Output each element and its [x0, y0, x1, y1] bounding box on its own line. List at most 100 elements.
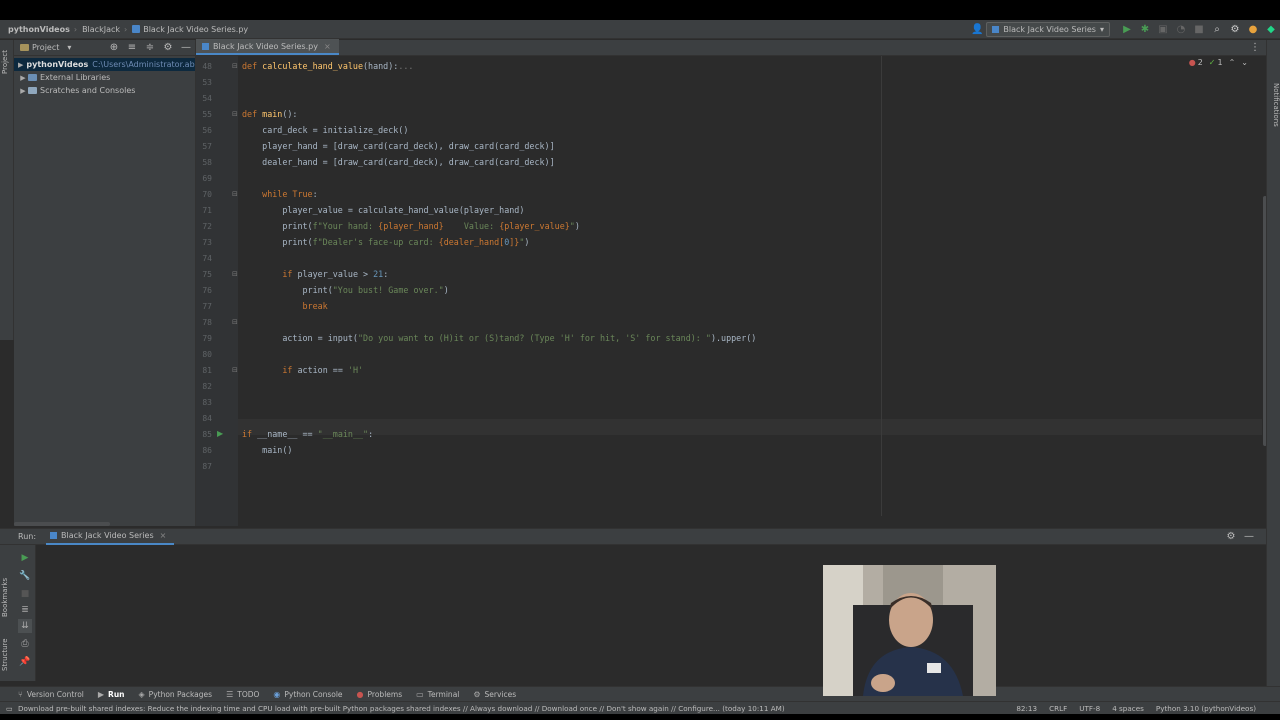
file-encoding[interactable]: UTF-8	[1079, 704, 1100, 713]
todo-icon: ☰	[226, 689, 234, 699]
tool-tab-terminal[interactable]: ▭ Terminal	[416, 690, 459, 699]
code-token: )	[574, 221, 580, 231]
stop-icon[interactable]: ■	[1192, 22, 1206, 36]
code-token: print(	[242, 237, 313, 247]
debug-icon[interactable]: ✱	[1138, 22, 1152, 36]
line-number: 83	[202, 398, 212, 407]
code-line[interactable]: while True:	[242, 186, 317, 202]
tool-tab-services[interactable]: ⚙ Services	[473, 690, 516, 699]
code-line[interactable]: print("You bust! Game over.")	[242, 282, 449, 298]
tree-item-pythonvideos[interactable]: ▶ pythonVideos C:\Users\Administrator.ab…	[14, 58, 195, 71]
code-line[interactable]: def main():	[242, 106, 297, 122]
tree-item-scratches[interactable]: ▶ Scratches and Consoles	[14, 84, 195, 97]
run-config-label: Black Jack Video Series	[1003, 24, 1096, 34]
structure-tool-tab[interactable]: Structure	[1, 635, 13, 675]
interpreter-selector[interactable]: Python 3.10 (pythonVideos)	[1156, 704, 1256, 713]
run-icon[interactable]: ▶	[1120, 22, 1134, 36]
tool-tab-label: Problems	[367, 689, 403, 699]
code-line[interactable]: print(f"Dealer's face-up card: {dealer_h…	[242, 234, 529, 250]
status-message[interactable]: Download pre-built shared indexes: Reduc…	[0, 704, 820, 713]
code-line[interactable]: action = input("Do you want to (H)it or …	[242, 330, 756, 346]
tool-tab-todo[interactable]: ☰ TODO	[226, 690, 259, 699]
code-line[interactable]: print(f"Your hand: {player_hand} Value: …	[242, 218, 580, 234]
line-number: 81	[202, 366, 212, 375]
caret-position[interactable]: 82:13	[1016, 704, 1037, 713]
code-editor[interactable]: ● 2 ✓ 1 ⌃ ⌄ def calculate_hand_value(han…	[238, 56, 1262, 526]
code-token: if	[282, 269, 298, 279]
chevron-right-icon[interactable]: ▶	[18, 87, 28, 95]
tool-tab-python-packages[interactable]: ◈ Python Packages	[139, 690, 213, 699]
code-line[interactable]: player_hand = [draw_card(card_deck), dra…	[242, 138, 554, 154]
coverage-icon[interactable]: ▣	[1156, 22, 1170, 36]
chevron-down-icon[interactable]: ⌄	[1241, 58, 1248, 67]
indent-setting[interactable]: 4 spaces	[1112, 704, 1144, 713]
notifications-tool-tab[interactable]: Notifications	[1268, 80, 1280, 130]
code-line[interactable]: break	[242, 298, 328, 314]
more-tabs-icon[interactable]: ⋮	[1248, 41, 1262, 55]
tool-tab-run[interactable]: ▶ Run	[98, 690, 125, 699]
rerun-icon[interactable]: ▶	[18, 551, 32, 565]
fold-marker-icon[interactable]: ⊟	[232, 366, 238, 374]
code-line[interactable]: if action == 'H'	[242, 362, 363, 378]
breadcrumb-folder[interactable]: BlackJack	[82, 25, 120, 34]
bookmarks-tool-tab[interactable]: Bookmarks	[1, 575, 13, 619]
code-line[interactable]: dealer_hand = [draw_card(card_deck), dra…	[242, 154, 554, 170]
updates-icon[interactable]: ●	[1246, 22, 1260, 36]
fold-marker-icon[interactable]: ⊟	[232, 318, 238, 326]
project-tool-tab[interactable]: Project	[1, 44, 13, 80]
wrench-icon[interactable]: 🔧	[18, 569, 32, 583]
locate-icon[interactable]: ⊕	[107, 41, 121, 55]
scroll-to-end-icon[interactable]: ⇊	[18, 619, 32, 633]
tree-item-external-libraries[interactable]: ▶ External Libraries	[14, 71, 195, 84]
code-line[interactable]: if __name__ == "__main__":	[242, 426, 373, 442]
gear-icon[interactable]: ⚙	[1224, 530, 1238, 544]
profile-icon[interactable]: ◔	[1174, 22, 1188, 36]
hide-icon[interactable]: —	[179, 41, 193, 55]
status-bar: ▭ Download pre-built shared indexes: Red…	[0, 701, 1280, 714]
expand-all-icon[interactable]: ≡	[125, 41, 139, 55]
chevron-right-icon[interactable]: ▶	[18, 61, 23, 69]
breadcrumb-file[interactable]: Black Jack Video Series.py	[143, 25, 248, 34]
tab-black-jack-video-series[interactable]: Black Jack Video Series.py ×	[196, 39, 339, 55]
tool-tab-version-control[interactable]: ⑂ Version Control	[18, 690, 84, 699]
chevron-right-icon[interactable]: ▶	[18, 74, 28, 82]
horizontal-scrollbar[interactable]	[14, 522, 110, 526]
code-line[interactable]: main()	[242, 442, 292, 458]
logo-icon[interactable]: ◆	[1264, 22, 1278, 36]
code-token: "__main__"	[317, 429, 369, 439]
collapse-all-icon[interactable]: ≑	[143, 41, 157, 55]
fold-marker-icon[interactable]: ⊟	[232, 190, 238, 198]
line-number: 54	[202, 94, 212, 103]
inspection-widget[interactable]: ● 2 ✓ 1 ⌃ ⌄	[1189, 58, 1248, 67]
notification-icon[interactable]: ▭	[6, 704, 13, 713]
breadcrumb-project[interactable]: pythonVideos	[8, 25, 70, 34]
pin-icon[interactable]: 📌	[18, 655, 32, 669]
search-icon[interactable]: ⌕	[1210, 22, 1224, 36]
gear-icon[interactable]: ⚙	[161, 41, 175, 55]
code-line[interactable]: card_deck = initialize_deck()	[242, 122, 408, 138]
stop-icon[interactable]: ■	[18, 587, 32, 601]
close-icon[interactable]: ×	[324, 42, 331, 51]
tool-tab-problems[interactable]: ● Problems	[357, 690, 403, 699]
code-line[interactable]: player_value = calculate_hand_value(play…	[242, 202, 524, 218]
fold-marker-icon[interactable]: ⊟	[232, 110, 238, 118]
run-tab[interactable]: Black Jack Video Series ×	[46, 529, 175, 545]
code-line[interactable]: def calculate_hand_value(hand):...	[242, 58, 413, 74]
code-token: "Do you want to (H)it or (S)tand? (Type …	[357, 333, 711, 343]
line-separator[interactable]: CRLF	[1049, 704, 1067, 713]
hide-icon[interactable]: —	[1242, 530, 1256, 544]
run-config-selector[interactable]: Black Jack Video Series ▾	[986, 21, 1110, 37]
chevron-up-icon[interactable]: ⌃	[1229, 58, 1236, 67]
fold-marker-icon[interactable]: ⊟	[232, 62, 238, 70]
fold-marker-icon[interactable]: ⊟	[232, 270, 238, 278]
code-line[interactable]: if player_value > 21:	[242, 266, 388, 282]
soft-wrap-icon[interactable]: ≣	[18, 603, 32, 617]
settings-icon[interactable]: ⚙	[1228, 22, 1242, 36]
tool-tab-python-console[interactable]: ◉ Python Console	[273, 690, 342, 699]
run-gutter-icon[interactable]: ▶	[217, 429, 223, 438]
project-view-selector[interactable]: Project ▾	[20, 43, 71, 52]
close-icon[interactable]: ×	[160, 531, 167, 540]
user-icon[interactable]: 👤	[970, 22, 984, 36]
print-icon[interactable]: ⎙	[18, 637, 32, 651]
